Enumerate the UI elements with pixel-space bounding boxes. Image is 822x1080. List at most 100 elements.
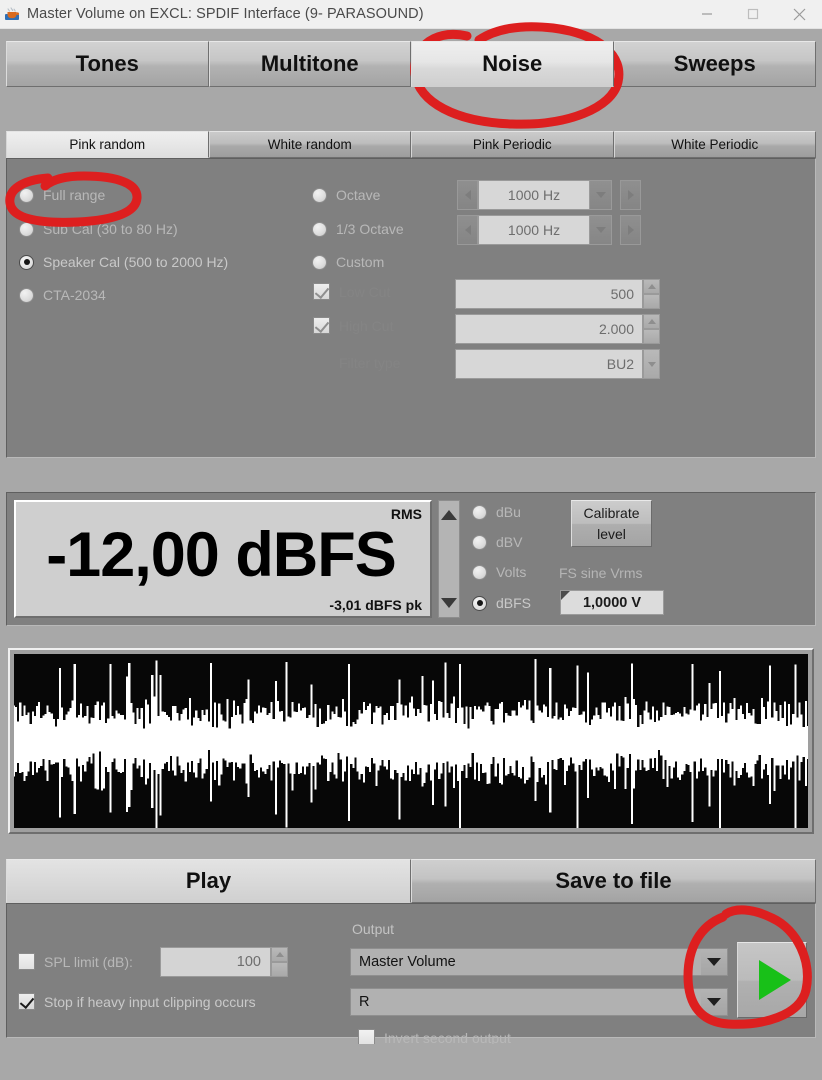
- scroll-up-button[interactable]: [439, 501, 459, 529]
- right-arrow-icon: [627, 225, 634, 235]
- radio-indicator: [312, 254, 327, 270]
- stepper-down-button[interactable]: [643, 294, 660, 309]
- next-frequency-button[interactable]: [620, 215, 641, 245]
- chevron-down-icon[interactable]: [701, 989, 727, 1015]
- window-controls: [684, 0, 822, 28]
- scroll-down-button[interactable]: [439, 589, 459, 617]
- up-arrow-icon: [441, 510, 457, 520]
- window-title: Master Volume on EXCL: SPDIF Interface (…: [27, 6, 424, 22]
- right-arrow-icon: [627, 190, 634, 200]
- filter-type-combo[interactable]: BU2: [455, 349, 660, 379]
- spl-limit-stepper[interactable]: [271, 947, 288, 977]
- spl-limit-value[interactable]: 100: [160, 947, 271, 977]
- tab-noise[interactable]: Noise: [411, 41, 614, 87]
- tab-save-to-file[interactable]: Save to file: [411, 859, 816, 903]
- radio-custom[interactable]: Custom: [312, 254, 384, 270]
- stepper-down-button[interactable]: [271, 962, 288, 977]
- up-arrow-icon: [647, 319, 656, 324]
- radio-third-octave[interactable]: 1/3 Octave: [312, 221, 404, 237]
- chevron-down-icon[interactable]: [643, 349, 660, 379]
- low-cut-value[interactable]: 500: [455, 279, 643, 309]
- subtab-white-random[interactable]: White random: [208, 131, 411, 158]
- third-octave-frequency-spinner[interactable]: 1000 Hz: [457, 215, 649, 245]
- checkbox-label: Stop if heavy input clipping occurs: [44, 993, 256, 1010]
- stepper-up-button[interactable]: [643, 279, 660, 294]
- radio-label: Custom: [336, 254, 385, 270]
- output-channel-combo[interactable]: R: [350, 988, 728, 1016]
- radio-cta-2034[interactable]: CTA-2034: [19, 287, 106, 303]
- level-scrollbar[interactable]: [438, 500, 460, 618]
- checkbox-high-cut[interactable]: High Cut: [313, 317, 393, 334]
- low-cut-stepper[interactable]: [643, 279, 660, 309]
- checkbox-stop-clipping[interactable]: Stop if heavy input clipping occurs: [18, 993, 256, 1010]
- radio-sub-cal[interactable]: Sub Cal (30 to 80 Hz): [19, 221, 178, 237]
- radio-indicator: [472, 534, 487, 550]
- high-cut-spinner[interactable]: 2.000: [455, 314, 660, 344]
- third-octave-frequency-value[interactable]: 1000 Hz: [478, 215, 590, 245]
- spl-limit-spinner[interactable]: 100: [160, 947, 288, 977]
- subtab-label: White Periodic: [671, 137, 759, 152]
- play-button[interactable]: [737, 942, 807, 1018]
- waveform-display: [8, 648, 814, 834]
- radio-dbfs[interactable]: dBFS: [472, 595, 531, 611]
- application-window: Master Volume on EXCL: SPDIF Interface (…: [0, 0, 822, 1080]
- radio-full-range[interactable]: Full range: [19, 187, 105, 203]
- stepper-down-button[interactable]: [643, 329, 660, 344]
- radio-dbv[interactable]: dBV: [472, 534, 522, 550]
- radio-label: dBFS: [496, 595, 532, 611]
- meter-value: -12,00 dBFS: [46, 520, 397, 590]
- radio-indicator: [19, 287, 34, 303]
- chevron-down-icon[interactable]: [590, 215, 612, 245]
- octave-frequency-value[interactable]: 1000 Hz: [478, 180, 590, 210]
- radio-label: Sub Cal (30 to 80 Hz): [43, 221, 178, 237]
- radio-speaker-cal[interactable]: Speaker Cal (500 to 2000 Hz): [19, 254, 228, 270]
- maximize-button[interactable]: [730, 0, 776, 28]
- tab-play[interactable]: Play: [6, 859, 411, 903]
- prev-frequency-button[interactable]: [457, 215, 478, 245]
- checkbox-label: Low Cut: [339, 283, 391, 300]
- output-device-combo[interactable]: Master Volume: [350, 948, 728, 976]
- subtab-label: Pink random: [69, 137, 146, 152]
- calibrate-level-button[interactable]: Calibrate level: [571, 500, 652, 547]
- stepper-up-button[interactable]: [643, 314, 660, 329]
- subtab-white-periodic[interactable]: White Periodic: [613, 131, 816, 158]
- checkbox-indicator: [313, 317, 330, 334]
- tab-tones[interactable]: Tones: [6, 41, 209, 87]
- next-frequency-button[interactable]: [620, 180, 641, 210]
- main-tab-bar: Tones Multitone Noise Sweeps: [6, 41, 816, 87]
- noise-type-tab-bar: Pink random White random Pink Periodic W…: [6, 131, 816, 158]
- octave-frequency-spinner[interactable]: 1000 Hz: [457, 180, 649, 210]
- tab-multitone[interactable]: Multitone: [208, 41, 411, 87]
- fs-sine-vrms-field[interactable]: 1,0000 V: [560, 590, 664, 615]
- action-tab-bar: Play Save to file: [6, 859, 816, 903]
- high-cut-stepper[interactable]: [643, 314, 660, 344]
- filter-type-dropdown-button[interactable]: [643, 349, 660, 379]
- subtab-pink-random[interactable]: Pink random: [6, 131, 209, 158]
- noise-options-panel: Full range Sub Cal (30 to 80 Hz) Speaker…: [6, 158, 816, 458]
- tab-label: Multitone: [260, 51, 359, 76]
- stepper-up-button[interactable]: [271, 947, 288, 962]
- checkbox-indicator: [18, 993, 35, 1010]
- chevron-down-icon[interactable]: [701, 949, 727, 975]
- low-cut-spinner[interactable]: 500: [455, 279, 660, 309]
- close-button[interactable]: [776, 0, 822, 28]
- high-cut-value[interactable]: 2.000: [455, 314, 643, 344]
- output-channel-value: R: [359, 994, 370, 1010]
- tab-label: Save to file: [555, 868, 672, 893]
- radio-dbu[interactable]: dBu: [472, 504, 521, 520]
- radio-indicator: [472, 595, 487, 611]
- checkbox-spl-limit[interactable]: SPL limit (dB):: [18, 953, 133, 970]
- chevron-down-icon[interactable]: [590, 180, 612, 210]
- prev-frequency-button[interactable]: [457, 180, 478, 210]
- footer-strip: [0, 1044, 822, 1080]
- filter-type-value[interactable]: BU2: [455, 349, 643, 379]
- left-arrow-icon: [464, 225, 471, 235]
- radio-octave[interactable]: Octave: [312, 187, 380, 203]
- minimize-button[interactable]: [684, 0, 730, 28]
- checkbox-low-cut[interactable]: Low Cut: [313, 283, 390, 300]
- tab-sweeps[interactable]: Sweeps: [613, 41, 816, 87]
- radio-volts[interactable]: Volts: [472, 564, 526, 580]
- radio-label: Full range: [43, 187, 106, 203]
- noise-waveform-trace: [14, 654, 808, 828]
- subtab-pink-periodic[interactable]: Pink Periodic: [411, 131, 614, 158]
